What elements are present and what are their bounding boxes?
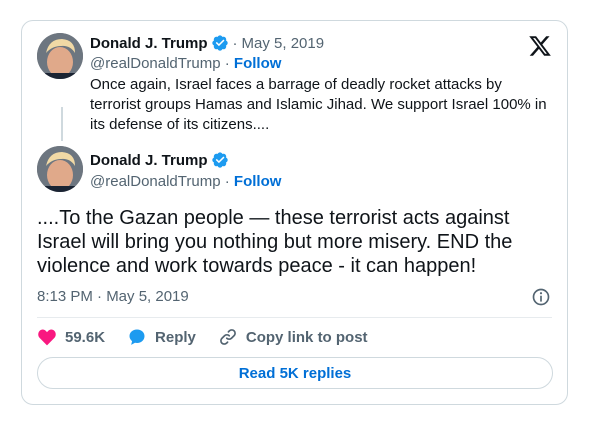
avatar-main[interactable] <box>37 146 83 192</box>
copy-link-button[interactable]: Copy link to post <box>218 327 368 347</box>
thread-connector-line <box>61 107 63 141</box>
separator-dot: · <box>224 173 230 190</box>
main-handle[interactable]: @realDonaldTrump <box>90 173 221 190</box>
quoted-author-name[interactable]: Donald J. Trump <box>90 35 208 52</box>
quoted-date[interactable]: May 5, 2019 <box>242 35 325 52</box>
verified-badge-icon <box>211 152 228 168</box>
like-count: 59.6K <box>65 328 106 346</box>
info-icon[interactable] <box>531 287 551 307</box>
reply-button[interactable]: Reply <box>127 327 196 347</box>
tweet-timestamp[interactable]: 8:13 PM · May 5, 2019 <box>37 288 189 305</box>
avatar-quoted[interactable] <box>37 33 83 79</box>
main-author-row: Donald J. Trump <box>90 151 229 169</box>
tweet-embed-card: Donald J. Trump · May 5, 2019 @realDonal… <box>21 20 568 405</box>
main-author-name[interactable]: Donald J. Trump <box>90 152 208 169</box>
main-tweet-text: ....To the Gazan people — these terroris… <box>37 207 513 277</box>
quoted-tweet-text: Once again, Israel faces a barrage of de… <box>90 76 547 133</box>
action-bar: 59.6K Reply Copy link to post <box>37 327 390 347</box>
divider <box>37 317 552 318</box>
reply-label: Reply <box>155 328 196 346</box>
main-handle-row: @realDonaldTrump · Follow <box>90 173 281 190</box>
quoted-author-row: Donald J. Trump · May 5, 2019 <box>90 34 324 52</box>
read-replies-button[interactable]: Read 5K replies <box>37 357 553 389</box>
quoted-follow-link[interactable]: Follow <box>234 55 282 72</box>
heart-icon <box>38 329 56 346</box>
quoted-handle[interactable]: @realDonaldTrump <box>90 55 221 72</box>
link-icon <box>219 329 236 345</box>
like-button[interactable]: 59.6K <box>37 327 105 347</box>
separator-dot: · <box>224 55 230 72</box>
quoted-handle-row: @realDonaldTrump · Follow <box>90 55 281 72</box>
reply-bubble-icon <box>129 329 145 345</box>
x-logo-icon[interactable] <box>528 34 552 58</box>
verified-badge-icon <box>211 35 228 51</box>
main-follow-link[interactable]: Follow <box>234 173 282 190</box>
copy-link-label: Copy link to post <box>245 328 368 346</box>
separator-dot: · <box>232 34 238 52</box>
